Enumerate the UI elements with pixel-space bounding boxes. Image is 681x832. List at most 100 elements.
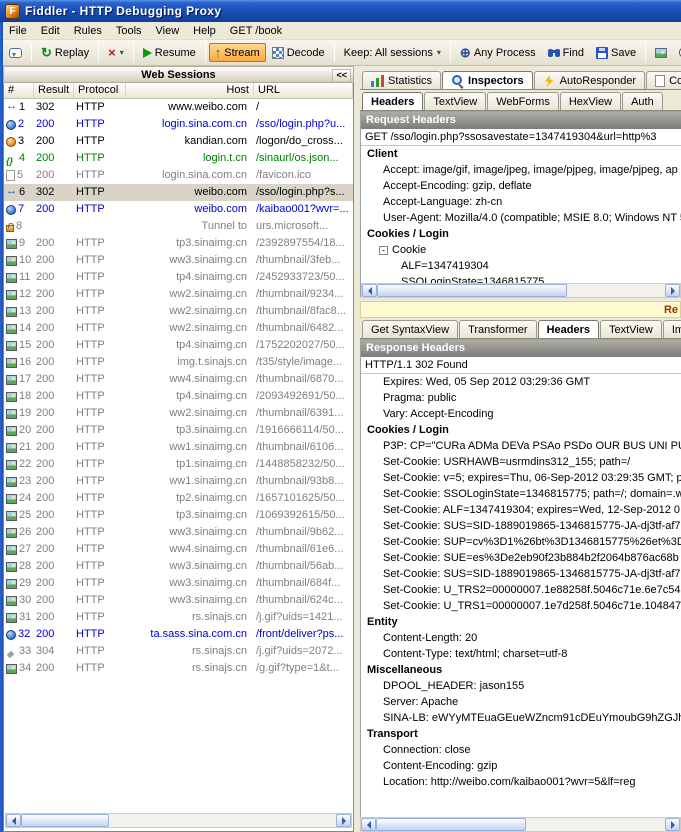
save-button[interactable]: Save	[590, 44, 642, 62]
screenshot-button[interactable]	[649, 45, 673, 61]
title-bar[interactable]: F Fiddler - HTTP Debugging Proxy	[0, 0, 681, 22]
session-row[interactable]: 32200HTTPta.sass.sina.com.cn/front/deliv…	[4, 626, 353, 643]
session-row[interactable]: 7200HTTPweibo.com/kaibao001?wvr=...	[4, 201, 353, 218]
encoding-warning-bar[interactable]: Re	[360, 301, 681, 318]
tab-im[interactable]: Im	[663, 320, 681, 338]
tab-get-syntaxview[interactable]: Get SyntaxView	[362, 320, 458, 338]
column-header-result[interactable]: Result	[34, 83, 74, 99]
session-row-num: 3	[4, 133, 34, 150]
tab-hexview[interactable]: HexView	[560, 92, 621, 110]
scroll-track[interactable]	[376, 818, 665, 831]
session-row[interactable]: 28200HTTPww3.sinaimg.cn/thumbnail/56ab..…	[4, 558, 353, 575]
session-row[interactable]: 29200HTTPww3.sinaimg.cn/thumbnail/684f..…	[4, 575, 353, 592]
scroll-right-button[interactable]	[336, 814, 351, 827]
scroll-right-button[interactable]	[665, 284, 680, 297]
session-row[interactable]: 14200HTTPww2.sinaimg.cn/thumbnail/6482..…	[4, 320, 353, 337]
stream-toggle[interactable]: ↑Stream	[209, 43, 266, 62]
tab-inspectors[interactable]: Inspectors	[442, 71, 533, 90]
session-row[interactable]: 6302HTTPweibo.com/sso/login.php?s...	[4, 184, 353, 201]
session-row[interactable]: 34200HTTPrs.sinajs.cn/g.gif?type=1&t...	[4, 660, 353, 677]
session-protocol: HTTP	[74, 541, 126, 558]
session-row[interactable]: 17200HTTPww4.sinaimg.cn/thumbnail/6870..…	[4, 371, 353, 388]
session-row[interactable]: 15200HTTPtp4.sinaimg.cn/1752202027/50...	[4, 337, 353, 354]
menu-item-get-book[interactable]: GET /book	[223, 23, 289, 39]
column-header-url[interactable]: URL	[254, 83, 353, 99]
session-row[interactable]: 20200HTTPtp3.sinaimg.cn/1916666114/50...	[4, 422, 353, 439]
session-row[interactable]: 1302HTTPwww.weibo.com/	[4, 99, 353, 116]
column-header-protocol[interactable]: Protocol	[74, 83, 126, 99]
scroll-left-button[interactable]	[361, 818, 376, 831]
keep-sessions-dropdown[interactable]: Keep: All sessions▾	[338, 44, 447, 62]
tab-statistics[interactable]: Statistics	[362, 71, 441, 89]
menu-item-edit[interactable]: Edit	[34, 23, 67, 39]
session-row[interactable]: 21200HTTPww1.sinaimg.cn/thumbnail/6106..…	[4, 439, 353, 456]
response-hscrollbar[interactable]	[360, 817, 681, 832]
menu-item-view[interactable]: View	[149, 23, 187, 39]
decode-toggle[interactable]: Decode	[266, 44, 331, 62]
scroll-right-button[interactable]	[665, 818, 680, 831]
tab-webforms[interactable]: WebForms	[487, 92, 559, 110]
collapse-panel-button[interactable]: <<	[332, 69, 351, 82]
scroll-track[interactable]	[21, 814, 336, 827]
tab-textview[interactable]: TextView	[424, 92, 486, 110]
menu-item-rules[interactable]: Rules	[67, 23, 109, 39]
session-row[interactable]: 30200HTTPww3.sinaimg.cn/thumbnail/624c..…	[4, 592, 353, 609]
tab-headers[interactable]: Headers	[362, 92, 423, 111]
session-row[interactable]: 11200HTTPtp4.sinaimg.cn/2452933723/50...	[4, 269, 353, 286]
column-header-host[interactable]: Host	[126, 83, 254, 99]
session-row[interactable]: 3200HTTPkandian.com/logon/do_cross...	[4, 133, 353, 150]
timer-button[interactable]	[673, 44, 681, 61]
scroll-thumb[interactable]	[376, 818, 526, 831]
session-row[interactable]: 19200HTTPww2.sinaimg.cn/thumbnail/6391..…	[4, 405, 353, 422]
tab-textview[interactable]: TextView	[600, 320, 662, 338]
replay-button[interactable]: ↻Replay	[35, 43, 95, 62]
session-row[interactable]: 24200HTTPtp2.sinaimg.cn/1657101625/50...	[4, 490, 353, 507]
column-header-num[interactable]: #	[4, 83, 34, 99]
resume-button[interactable]: Resume	[137, 44, 202, 62]
tab-comp[interactable]: Comp	[646, 71, 681, 89]
any-process-button[interactable]: ⊕Any Process	[454, 43, 542, 62]
session-row[interactable]: 12200HTTPww2.sinaimg.cn/thumbnail/9234..…	[4, 286, 353, 303]
session-row[interactable]: 23200HTTPww1.sinaimg.cn/thumbnail/93b8..…	[4, 473, 353, 490]
scroll-left-button[interactable]	[362, 284, 377, 297]
menu-item-tools[interactable]: Tools	[109, 23, 149, 39]
request-hscrollbar[interactable]	[361, 283, 681, 298]
session-row[interactable]: 5200HTTPlogin.sina.com.cn/favicon.ico	[4, 167, 353, 184]
tab-headers[interactable]: Headers	[538, 320, 599, 339]
session-protocol: HTTP	[74, 490, 126, 507]
session-result: 200	[34, 269, 74, 286]
scroll-track[interactable]	[377, 284, 665, 297]
tab-transformer[interactable]: Transformer	[459, 320, 537, 338]
session-row[interactable]: 16200HTTPimg.t.sinajs.cn/t35/style/image…	[4, 354, 353, 371]
find-button[interactable]: Find	[542, 44, 590, 62]
session-row[interactable]: 31200HTTPrs.sinajs.cn/j.gif?uids=1421...	[4, 609, 353, 626]
image-icon	[6, 256, 17, 266]
session-row[interactable]: 27200HTTPww4.sinaimg.cn/thumbnail/61e6..…	[4, 541, 353, 558]
scroll-thumb[interactable]	[21, 814, 109, 827]
tab-autoresponder[interactable]: AutoResponder	[534, 71, 645, 89]
session-row[interactable]: 18200HTTPtp4.sinaimg.cn/2093492691/50...	[4, 388, 353, 405]
session-protocol: HTTP	[74, 99, 126, 116]
session-row[interactable]: 13200HTTPww2.sinaimg.cn/thumbnail/8fac8.…	[4, 303, 353, 320]
session-row[interactable]: 22200HTTPtp1.sinaimg.cn/1448858232/50...	[4, 456, 353, 473]
session-row[interactable]: 26200HTTPww3.sinaimg.cn/thumbnail/9b62..…	[4, 524, 353, 541]
session-row[interactable]: 10200HTTPww3.sinaimg.cn/thumbnail/3feb..…	[4, 252, 353, 269]
sessions-hscrollbar[interactable]	[5, 813, 352, 828]
session-row[interactable]: 25200HTTPtp3.sinaimg.cn/1069392615/50...	[4, 507, 353, 524]
session-row[interactable]: 9200HTTPtp3.sinaimg.cn/2392897554/18...	[4, 235, 353, 252]
tab-label: Get SyntaxView	[371, 324, 449, 336]
header-group[interactable]: -Cookie	[361, 242, 681, 258]
comment-button[interactable]	[3, 45, 28, 61]
session-result: 200	[34, 201, 74, 218]
session-row[interactable]: 2200HTTPlogin.sina.com.cn/sso/login.php?…	[4, 116, 353, 133]
menu-item-help[interactable]: Help	[186, 23, 223, 39]
tab-auth[interactable]: Auth	[622, 92, 663, 110]
menu-item-file[interactable]: File	[2, 23, 34, 39]
session-row[interactable]: 33304HTTPrs.sinajs.cn/j.gif?uids=2072...	[4, 643, 353, 660]
scroll-left-button[interactable]	[6, 814, 21, 827]
remove-sessions-button[interactable]: ×▾	[102, 43, 130, 62]
scroll-thumb[interactable]	[377, 284, 567, 297]
collapse-box-icon[interactable]: -	[379, 246, 388, 255]
session-row[interactable]: 8Tunnel tours.microsoft...	[4, 218, 353, 235]
session-row[interactable]: 4200HTTPlogin.t.cn/sinaurl/os.json...	[4, 150, 353, 167]
